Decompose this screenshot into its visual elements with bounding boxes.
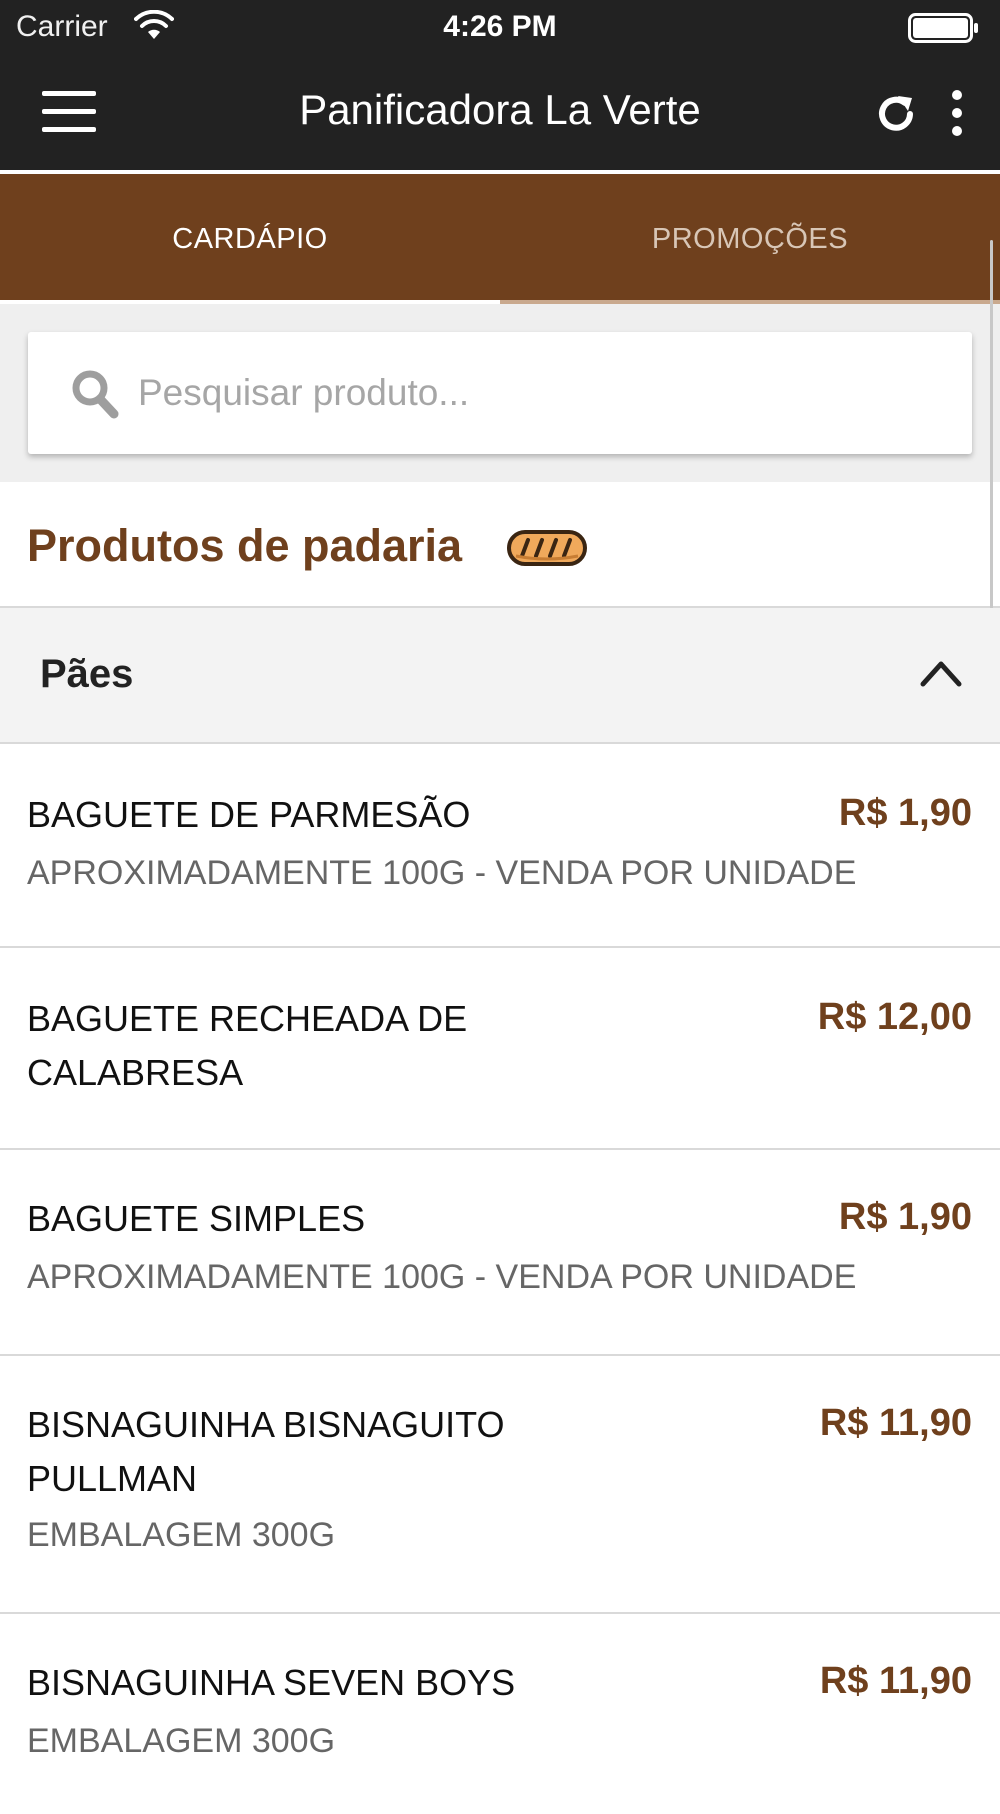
product-price: R$ 1,90	[838, 1196, 972, 1238]
product-item[interactable]: BAGUETE SIMPLES R$ 1,90 APROXIMADAMENTE …	[0, 1150, 1000, 1356]
category-header-paes[interactable]: Pães	[0, 608, 1000, 744]
search-input[interactable]	[136, 362, 940, 424]
app-header: Panificadora La Verte	[0, 56, 1000, 170]
refresh-icon[interactable]	[872, 90, 920, 138]
product-name: BAGUETE SIMPLES	[27, 1198, 366, 1239]
dot	[952, 108, 962, 118]
product-price: R$ 11,90	[819, 1660, 972, 1702]
chevron-up-icon	[920, 661, 962, 687]
tab-cardapio[interactable]: CARDÁPIO	[0, 174, 500, 304]
product-name: BAGUETE RECHEADA DE CALABRESA	[27, 998, 468, 1093]
product-item[interactable]: BAGUETE DE PARMESÃO R$ 1,90 APROXIMADAME…	[0, 744, 1000, 948]
status-bar: Carrier 4:26 PM	[0, 0, 1000, 56]
hamburger-icon	[42, 91, 96, 96]
product-description: APROXIMADAMENTE 100G - VENDA POR UNIDADE	[27, 1258, 857, 1296]
menu-button[interactable]	[42, 91, 98, 135]
tab-promocoes[interactable]: PROMOÇÕES	[500, 174, 1000, 304]
carrier-label: Carrier	[16, 10, 108, 43]
product-price: R$ 1,90	[838, 792, 972, 834]
page-title: Panificadora La Verte	[299, 86, 701, 133]
product-list: BAGUETE DE PARMESÃO R$ 1,90 APROXIMADAME…	[0, 744, 1000, 1814]
wifi-icon	[134, 10, 174, 39]
product-description: EMBALAGEM 300G	[27, 1722, 336, 1760]
battery-icon	[908, 13, 978, 43]
product-description: EMBALAGEM 300G	[27, 1516, 336, 1554]
product-price: R$ 12,00	[817, 996, 972, 1038]
bread-icon	[507, 530, 587, 566]
dot	[952, 90, 962, 100]
search-area	[0, 304, 1000, 482]
search-icon	[72, 370, 119, 419]
dot	[952, 126, 962, 136]
category-label: Pães	[40, 652, 134, 696]
hamburger-line	[42, 127, 96, 132]
product-name: BISNAGUINHA BISNAGUITO PULLMAN	[27, 1404, 505, 1499]
product-name: BAGUETE DE PARMESÃO	[27, 794, 471, 835]
hamburger-line	[42, 109, 96, 114]
product-price: R$ 11,90	[819, 1402, 972, 1444]
section-title: Produtos de padaria	[27, 520, 463, 571]
product-name: BISNAGUINHA SEVEN BOYS	[27, 1662, 516, 1703]
product-item[interactable]: BAGUETE RECHEADA DE CALABRESA R$ 12,00	[0, 948, 1000, 1150]
product-description: APROXIMADAMENTE 100G - VENDA POR UNIDADE	[27, 854, 857, 892]
search-box	[28, 332, 972, 454]
product-item[interactable]: BISNAGUINHA BISNAGUITO PULLMAN R$ 11,90 …	[0, 1356, 1000, 1614]
section-header: Produtos de padaria	[0, 482, 1000, 608]
tab-bar: CARDÁPIO PROMOÇÕES	[0, 174, 1000, 304]
product-item[interactable]: BISNAGUINHA SEVEN BOYS R$ 11,90 EMBALAGE…	[0, 1614, 1000, 1814]
more-options-icon[interactable]	[942, 90, 972, 138]
scrollbar	[990, 240, 993, 615]
